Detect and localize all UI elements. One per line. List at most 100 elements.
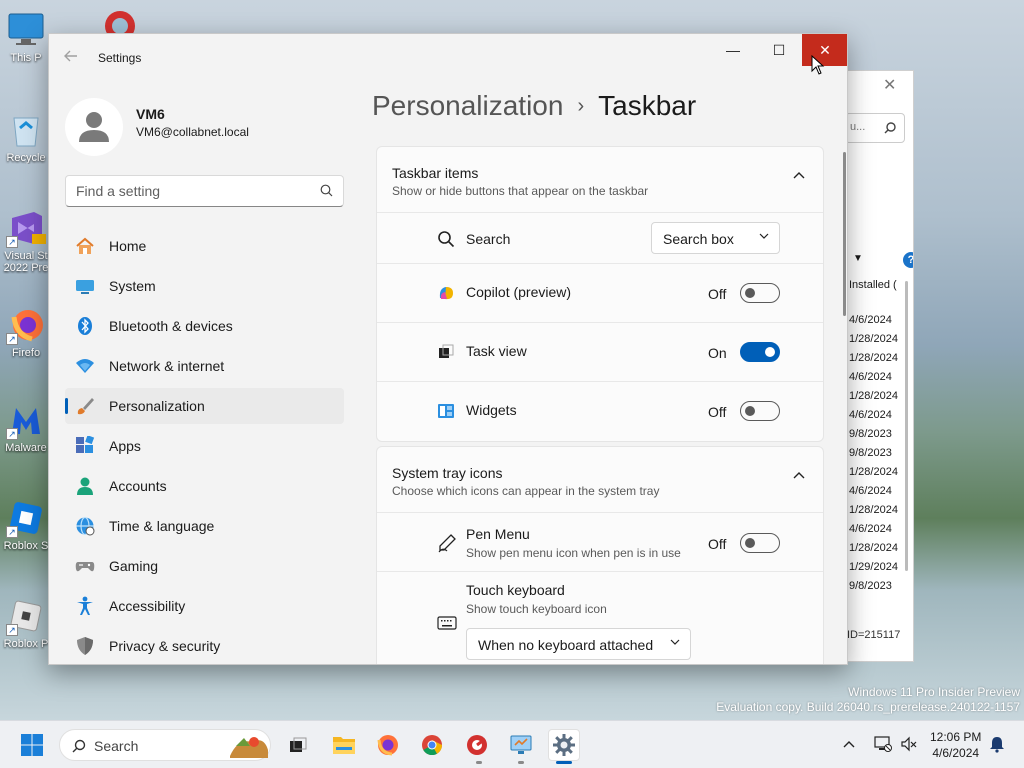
sidebar-item-personalization[interactable]: Personalization [65,388,344,424]
widgets-setting-row: Widgets Off [377,382,823,441]
chrome-taskbar-button[interactable] [416,729,448,761]
title-bar[interactable]: Settings — ☐ ✕ [49,34,847,82]
sidebar-nav: Home System Bluetooth & devices Network … [65,228,344,664]
taskbar-search-box[interactable]: Search [59,729,271,761]
sidebar-item-label: Gaming [109,558,159,574]
task-view-taskbar-button[interactable] [282,729,314,761]
touch-keyboard-dropdown[interactable]: When no keyboard attached [466,628,691,660]
sidebar-item-accounts[interactable]: Accounts [65,468,344,504]
notification-bell-icon[interactable] [988,735,1006,756]
sidebar-item-system[interactable]: System [65,268,344,304]
sidebar-item-privacy-security[interactable]: Privacy & security [65,628,344,664]
close-button[interactable]: ✕ [802,34,847,66]
sidebar-item-apps[interactable]: Apps [65,428,344,464]
sidebar-item-label: Network & internet [109,358,225,374]
content-scrollbar[interactable] [843,152,846,316]
taskbar-items-header[interactable]: Taskbar items Show or hide buttons that … [377,147,823,213]
system-clock[interactable]: 12:06 PM 4/6/2024 [930,729,981,761]
background-window-close-icon[interactable]: ✕ [883,75,896,95]
toggle-knob [745,288,755,298]
find-setting-input[interactable] [76,183,306,199]
search-mode-dropdown[interactable]: Search box [651,222,780,254]
bluetooth-icon [78,317,92,335]
installed-date-cell: 4/6/2024 [849,485,892,497]
desktop-icon-firefox[interactable]: ↗ Firefo [2,305,50,359]
find-setting-box[interactable] [65,175,344,207]
sidebar-item-time-language[interactable]: Time & language [65,508,344,544]
widgets-icon [438,404,454,418]
firefox-taskbar-button[interactable] [372,729,404,761]
breadcrumb-parent[interactable]: Personalization [372,90,563,121]
desktop-icon-label: Roblox S [3,540,49,552]
sidebar-item-gaming[interactable]: Gaming [65,548,344,584]
sidebar-item-bluetooth[interactable]: Bluetooth & devices [65,308,344,344]
system-icon [76,280,94,294]
maximize-button[interactable]: ☐ [756,34,802,66]
setting-label: Task view [466,343,527,359]
setting-label: Search [466,231,511,247]
running-indicator [476,761,482,764]
chevron-up-icon[interactable] [842,737,856,752]
avatar[interactable] [65,98,123,156]
installed-date-cell: 9/8/2023 [849,580,892,592]
desktop-icon-label: 2022 Pre [3,262,49,274]
system-tray-header[interactable]: System tray icons Choose which icons can… [377,447,823,513]
settings-taskbar-button[interactable] [548,729,580,761]
start-button[interactable] [16,729,48,761]
speaker-muted-icon[interactable] [900,735,918,756]
network-status-icon[interactable] [874,735,892,756]
sidebar-item-home[interactable]: Home [65,228,344,264]
task-view-icon [439,344,454,358]
dropdown-value: When no keyboard attached [478,637,654,653]
dropdown-arrow-icon[interactable]: ▼ [853,253,863,264]
chevron-up-icon[interactable] [793,471,805,479]
monitor-tool-icon [510,735,532,754]
pen-menu-toggle[interactable] [740,533,780,553]
background-window-search[interactable]: u... [845,113,905,143]
taskbar-items-card: Taskbar items Show or hide buttons that … [376,146,824,442]
section-title: System tray icons [392,465,503,481]
background-window-scrollbar[interactable] [905,281,908,571]
apps-icon [76,436,95,453]
firefox-icon [377,735,398,756]
widgets-toggle[interactable] [740,401,780,421]
help-icon[interactable]: ? [903,252,913,268]
setting-description: Show pen menu icon when pen is in use [466,546,681,560]
clock-date: 4/6/2024 [932,746,980,760]
background-window-toolbar: ▼ ? [851,251,913,271]
sidebar-item-label: Home [109,238,147,254]
desktop-icon-this-pc[interactable]: This P [2,10,50,64]
desktop-icon-recycle-bin[interactable]: Recycle [2,110,50,164]
back-arrow-icon[interactable] [63,48,83,68]
copilot-toggle[interactable] [740,283,780,303]
installed-date-cell: 1/28/2024 [849,352,898,364]
installed-date-cell: 1/28/2024 [849,504,898,516]
sidebar-item-accessibility[interactable]: Accessibility [65,588,344,624]
task-view-toggle[interactable] [740,342,780,362]
desktop-icon-visual-studio[interactable]: ↗ Visual St 2022 Pre [2,208,50,274]
globe-icon [76,516,95,536]
desktop-icon-malwarebytes[interactable]: ↗ Malware [2,400,50,454]
toggle-state-text: Off [708,286,727,302]
minimize-button[interactable]: — [710,34,756,66]
file-explorer-taskbar-button[interactable] [328,729,360,761]
setting-description: Show touch keyboard icon [466,602,607,616]
pen-menu-setting-row: Pen Menu Show pen menu icon when pen is … [377,513,823,572]
remote-desktop-taskbar-button[interactable] [505,729,537,761]
installed-column-header[interactable]: Installed ( [849,279,897,291]
profile-email: VM6@collabnet.local [136,125,249,139]
desktop-icon-roblox-studio[interactable]: ↗ Roblox S [2,498,50,552]
settings-window: Settings — ☐ ✕ VM6 VM6@collabnet.local H… [48,33,848,665]
ccleaner-taskbar-button[interactable] [461,729,493,761]
installed-date-cell: 1/28/2024 [849,390,898,402]
page-title: Taskbar [598,90,697,121]
toggle-knob [745,406,755,416]
desktop-icon-label: Malware [5,442,47,454]
sidebar-item-network[interactable]: Network & internet [65,348,344,384]
recycle-bin-icon [6,110,46,150]
installed-date-cell: 9/8/2023 [849,428,892,440]
malwarebytes-icon: ↗ [6,400,46,440]
desktop-icon-roblox-player[interactable]: ↗ Roblox P [2,596,50,650]
profile-name: VM6 [136,106,165,122]
chevron-up-icon[interactable] [793,171,805,179]
